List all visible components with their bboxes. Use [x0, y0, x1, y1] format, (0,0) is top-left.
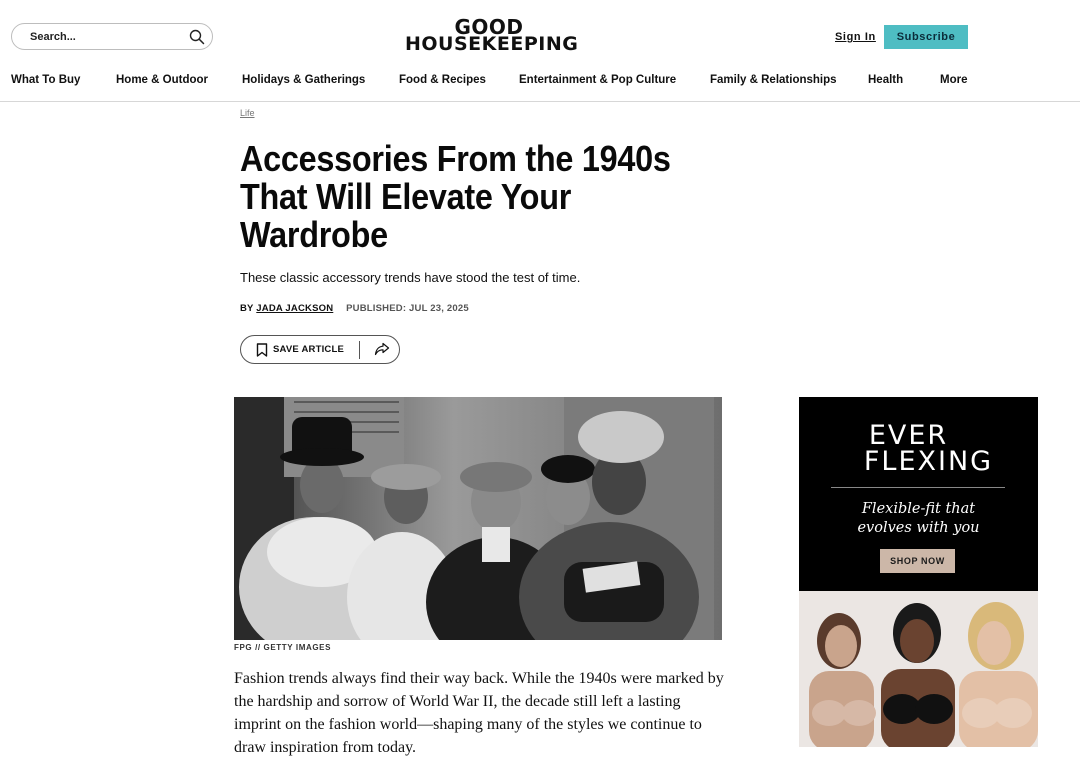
- ad-divider: [831, 487, 1005, 488]
- publish-date: PUBLISHED: JUL 23, 2025: [346, 303, 469, 314]
- article-actions: SAVE ARTICLE: [240, 335, 400, 364]
- nav-item-what-to-buy[interactable]: What To Buy: [11, 74, 80, 86]
- ad-tagline: Flexible-fit that evolves with you: [799, 500, 1038, 538]
- byline: BY JADA JACKSON PUBLISHED: JUL 23, 2025: [240, 303, 469, 314]
- main-nav: What To Buy Home & Outdoor Holidays & Ga…: [0, 74, 1080, 90]
- subscribe-button[interactable]: Subscribe: [884, 25, 968, 49]
- category-link[interactable]: Life: [240, 108, 255, 118]
- logo-line-2: HOUSEKEEPING: [405, 33, 579, 55]
- bookmark-icon: [256, 343, 268, 357]
- hero-image: [234, 397, 722, 640]
- article-dek: These classic accessory trends have stoo…: [240, 270, 581, 285]
- ad-brand-line-2: FLEXING: [863, 446, 994, 477]
- nav-item-health[interactable]: Health: [868, 74, 903, 86]
- header-divider: [0, 101, 1080, 102]
- ad-models-illustration: [799, 591, 1038, 747]
- save-article-label: SAVE ARTICLE: [273, 344, 345, 355]
- article-body-paragraph: Fashion trends always find their way bac…: [234, 670, 724, 756]
- hero-photo-illustration: [234, 397, 722, 640]
- ad-tagline-line-2: evolves with you: [857, 520, 980, 536]
- search-icon[interactable]: [189, 29, 205, 45]
- nav-item-food-recipes[interactable]: Food & Recipes: [399, 74, 486, 86]
- nav-item-holidays-gatherings[interactable]: Holidays & Gatherings: [242, 74, 365, 86]
- share-button[interactable]: [363, 336, 399, 363]
- byline-prefix: BY: [240, 303, 254, 314]
- nav-item-entertainment-pop-culture[interactable]: Entertainment & Pop Culture: [519, 74, 676, 86]
- article-headline: Accessories From the 1940s That Will Ele…: [240, 138, 671, 255]
- site-logo[interactable]: GOOD HOUSEKEEPING: [405, 17, 579, 55]
- action-divider: [359, 341, 360, 359]
- nav-item-home-outdoor[interactable]: Home & Outdoor: [116, 74, 208, 86]
- search-box[interactable]: [11, 23, 213, 50]
- ad-photo: [799, 591, 1038, 747]
- share-icon: [374, 342, 390, 356]
- nav-item-more[interactable]: More: [940, 74, 967, 86]
- ad-banner: EVER FLEXING Flexible-fit that evolves w…: [799, 397, 1038, 591]
- ad-shop-now-button[interactable]: SHOP NOW: [880, 549, 955, 573]
- author-link[interactable]: JADA JACKSON: [256, 303, 333, 314]
- image-credit: FPG // GETTY IMAGES: [234, 643, 332, 652]
- sign-in-link[interactable]: Sign In: [835, 31, 876, 43]
- ad-brand-logo: EVER FLEXING: [799, 422, 1038, 477]
- sidebar-ad[interactable]: EVER FLEXING Flexible-fit that evolves w…: [799, 397, 1038, 747]
- ad-tagline-line-1: Flexible-fit that: [861, 501, 976, 517]
- nav-item-family-relationships[interactable]: Family & Relationships: [710, 74, 837, 86]
- search-input[interactable]: [30, 29, 180, 45]
- save-article-button[interactable]: SAVE ARTICLE: [241, 336, 359, 363]
